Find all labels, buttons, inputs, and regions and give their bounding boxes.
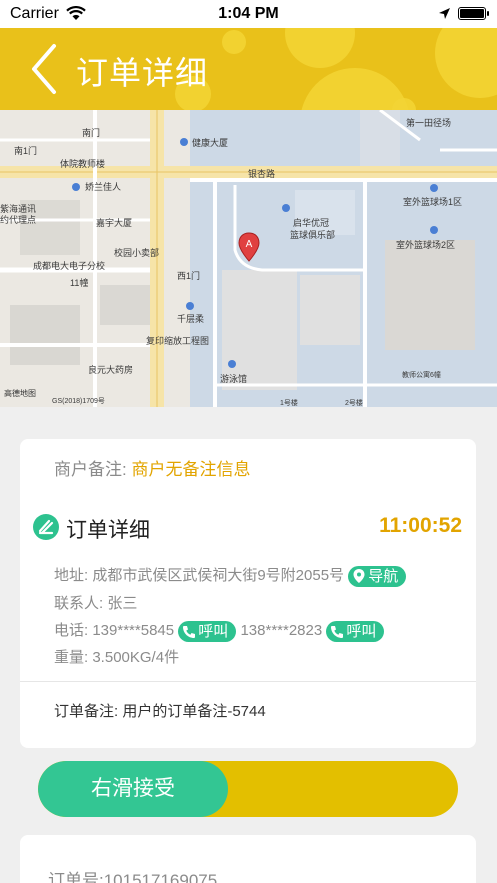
- contact-label: 联系人:: [54, 595, 104, 612]
- order-remark: 订单备注: 用户的订单备注-5744: [54, 703, 266, 720]
- location-pin-icon: [353, 568, 365, 583]
- detail-title: 订单详细: [66, 519, 150, 542]
- merchant-remark-value: 商户无备注信息: [131, 460, 251, 479]
- poi-icon: [72, 183, 80, 191]
- poi-icon: [180, 138, 188, 146]
- phone-number-2: 138****2823: [240, 622, 323, 639]
- header-bar: 订单详细: [0, 28, 497, 110]
- map-label: 室外篮球场2区: [396, 240, 456, 250]
- map-label: 健康大厦: [192, 138, 229, 148]
- divider: [20, 681, 476, 682]
- map-label: 体院教师楼: [60, 159, 106, 169]
- swipe-accept-handle[interactable]: 右滑接受: [38, 761, 228, 817]
- map-label: GS(2018)1709号: [52, 398, 105, 405]
- phone-icon: [183, 625, 196, 638]
- poi-icon: [186, 302, 194, 310]
- map-label: 教师公寓6幢: [402, 372, 441, 379]
- order-detail-card: 商户备注: 商户无备注信息 订单详细 11:00:52 地址: 成都市武侯区武侯…: [20, 439, 476, 748]
- page-title: 订单详细: [76, 55, 209, 91]
- poi-icon: [430, 226, 438, 234]
- decorative-bubble: [435, 28, 497, 98]
- location-arrow-icon: [439, 8, 450, 19]
- contact-value: 张三: [107, 595, 138, 612]
- map-label: 11幢: [70, 278, 89, 288]
- swipe-accept-slider[interactable]: 右滑接受: [38, 761, 458, 817]
- map-label: 2号楼: [345, 400, 363, 407]
- call-label: 呼叫: [198, 622, 229, 640]
- map-label: 篮球俱乐部: [290, 230, 336, 240]
- phone-icon: [331, 625, 344, 638]
- map-logo: 高德地图: [4, 389, 36, 398]
- merchant-remark-label: 商户备注:: [54, 460, 127, 479]
- map-label: 南门: [82, 128, 101, 138]
- map-pin-icon[interactable]: A: [238, 232, 260, 262]
- map-label: 校园小卖部: [114, 248, 160, 258]
- call-label: 呼叫: [346, 622, 377, 640]
- decorative-bubble: [392, 98, 416, 110]
- map-label: 娇兰佳人: [85, 182, 122, 192]
- order-logo-icon: [33, 514, 59, 540]
- merchant-remark: 商户备注: 商户无备注信息: [54, 455, 250, 480]
- order-number: 订单号:101517169075: [48, 871, 218, 883]
- map-label: 嘉宇大厦: [96, 218, 133, 228]
- status-bar: Carrier 1:04 PM: [0, 0, 497, 28]
- contact-row: 联系人: 张三: [54, 592, 137, 613]
- map-label: 1号楼: [280, 400, 298, 407]
- poi-icon: [282, 204, 290, 212]
- address-row: 地址: 成都市武侯区武侯祠大街9号附2055号 导航: [54, 564, 407, 587]
- weight-label: 重量:: [54, 649, 89, 666]
- phone-row: 电话: 139****5845 呼叫 138****2823 呼叫: [54, 619, 385, 642]
- weight-value: 3.500KG/4件: [92, 649, 180, 666]
- map-label: 复印缩放工程图: [146, 336, 210, 346]
- decorative-bubble: [222, 30, 246, 54]
- deadline-time: 11:00:52: [379, 514, 462, 537]
- map-pin-label: A: [246, 239, 253, 250]
- map-label: 约代理点: [0, 215, 37, 225]
- map-label: 室外篮球场1区: [403, 197, 463, 207]
- poi-icon: [228, 360, 236, 368]
- map-view[interactable]: 南门 南1门 体院教师楼 娇兰佳人 紫海通讯 约代理点 嘉宇大厦 校园小卖部 成…: [0, 110, 497, 407]
- detail-header: 订单详细 11:00:52: [32, 512, 462, 542]
- map-label: 西1门: [177, 271, 201, 281]
- navigate-button[interactable]: 导航: [348, 565, 407, 587]
- address-value: 成都市武侯区武侯祠大街9号附2055号: [92, 567, 345, 584]
- clock-time: 1:04 PM: [218, 5, 279, 22]
- back-button[interactable]: [26, 42, 62, 96]
- address-label: 地址:: [54, 567, 89, 584]
- weight-row: 重量: 3.500KG/4件: [54, 646, 179, 667]
- map-label: 良元大药房: [88, 365, 134, 375]
- phone-number-1: 139****5845: [92, 622, 175, 639]
- map-label: 第一田径场: [406, 118, 452, 128]
- phone-label: 电话:: [54, 622, 89, 639]
- navigate-label: 导航: [368, 567, 399, 585]
- order-number-card: 订单号:101517169075: [20, 835, 476, 883]
- poi-icon: [430, 184, 438, 192]
- map-label: 游泳馆: [220, 374, 248, 384]
- decorative-bubble: [285, 28, 355, 68]
- map-label: 千层柔: [177, 314, 205, 324]
- battery-icon: [458, 7, 489, 20]
- call-button-2[interactable]: 呼叫: [326, 620, 385, 642]
- call-button-1[interactable]: 呼叫: [178, 620, 237, 642]
- map-label: 南1门: [14, 146, 38, 156]
- map-label: 成都电大电子分校: [33, 261, 106, 271]
- map-label: 银杏路: [248, 169, 276, 179]
